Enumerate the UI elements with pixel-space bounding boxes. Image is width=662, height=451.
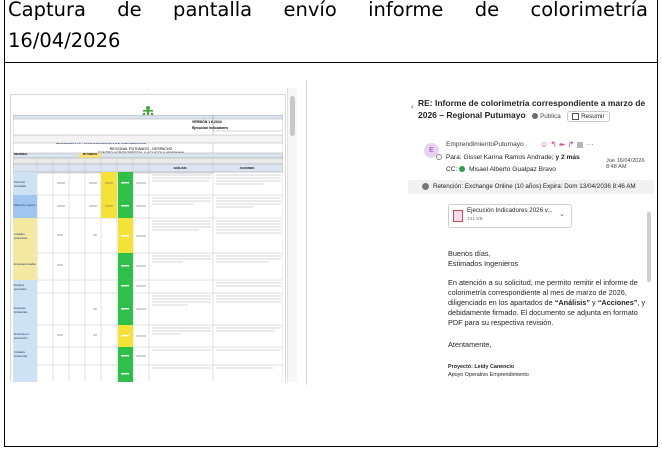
signature-line-1: Proyectó: Leidy Canencio <box>448 364 515 370</box>
table-divider <box>4 62 658 63</box>
email-body: En atención a su solicitud, me permito r… <box>448 278 648 328</box>
closing-line: Atentamente, <box>448 340 492 349</box>
attachment-size: 131 KB <box>467 217 483 222</box>
more-icon[interactable]: ⋯ <box>586 140 596 149</box>
row-label-5: Empleos generados <box>14 284 27 291</box>
email-subject: RE: Informe de colorimetría correspondie… <box>418 97 650 123</box>
retention-text: Retención: Exchange Online (10 años) Exp… <box>433 183 636 190</box>
retention-banner: Retención: Exchange Online (10 años) Exp… <box>408 180 654 194</box>
summarize-label: Resumir <box>581 113 605 120</box>
row-label-4: Empresas creadas <box>14 263 36 266</box>
region-value: PUTUMAYO <box>82 153 98 156</box>
summarize-button[interactable]: Resumir <box>567 111 610 122</box>
reply-icon[interactable]: ↰ <box>550 140 559 149</box>
email-scrollbar[interactable] <box>647 212 651 282</box>
attachment-card[interactable]: Ejecución Indicadores 2026 v... 131 KB ⌄ <box>448 204 572 228</box>
visibility-label: Pública <box>540 113 561 120</box>
email-pane: ‹ RE: Informe de colorimetría correspond… <box>408 82 654 385</box>
attachment-name: Ejecución Indicadores 2026 v... <box>467 207 553 214</box>
summary-icon <box>572 112 580 120</box>
forward-icon[interactable]: ↱ <box>568 140 577 149</box>
apps-icon[interactable]: ▦ <box>576 140 586 149</box>
document-scrollbar[interactable] <box>287 88 297 382</box>
analysis-header: ANÁLISIS <box>173 166 187 170</box>
body-bold-2: “Acciones” <box>597 298 638 307</box>
to-more-link[interactable]: y 2 más <box>555 154 579 161</box>
row-label-7: Empresas en aceleración <box>14 333 30 340</box>
row-label-8: Unidades fortalecidas <box>14 351 28 358</box>
cc-line: CC: Misael Alberto Gualpaz Bravo <box>446 166 556 173</box>
globe-icon <box>532 113 539 120</box>
document-preview[interactable]: ··· VERSIÓN 1 6-2024 Ejecución Indicador… <box>8 82 300 382</box>
to-label: Para: <box>445 154 462 161</box>
cc-recipient[interactable]: Misael Alberto Gualpaz Bravo <box>469 166 556 173</box>
chevron-down-icon[interactable]: ⌄ <box>559 210 565 218</box>
pdf-file-icon <box>453 210 463 222</box>
emoji-icon[interactable]: ☺ <box>540 140 550 149</box>
indicator-sheet <box>13 115 283 382</box>
body-bold-1: “Análisis” <box>554 298 590 307</box>
presence-icon <box>459 166 466 173</box>
clock-icon <box>422 182 429 190</box>
caption-line-1: Captura de pantalla envío informe de col… <box>8 0 648 21</box>
caption-line-2: 16/04/2026 <box>8 29 121 52</box>
body-text-2: y <box>589 298 598 307</box>
greeting-line-1: Buenos días, <box>448 249 491 258</box>
greeting-line-2: Estimados Ingenieros <box>448 259 519 268</box>
to-line: Para: Gissel Karina Ramos Andrade; y 2 m… <box>436 154 580 161</box>
message-actions: ☺↰↞↱▦⋯ <box>540 140 596 149</box>
sender-name[interactable]: EmprendimientoPutumayo <box>446 141 524 148</box>
row-label-1: Personas orientadas <box>14 181 27 188</box>
cc-label: CC: <box>446 166 458 173</box>
page-indicator: ··· <box>146 87 151 93</box>
reply-all-icon[interactable]: ↞ <box>559 140 568 149</box>
to-recipient[interactable]: Gissel Karina Ramos Andrade; <box>463 154 553 161</box>
regional-label: REGIONAL <box>14 153 28 156</box>
signature-line-2: Apoyo Operativo Emprendimiento <box>448 372 529 378</box>
row-label-6: Empresas fortalecidas <box>14 307 28 314</box>
pane-divider <box>306 80 307 385</box>
row-label-3: Unidades productivas <box>14 233 28 240</box>
document-page: VERSIÓN 1 6-2024 Ejecución Indicadores P… <box>10 94 286 382</box>
screenshot-area: ··· VERSIÓN 1 6-2024 Ejecución Indicador… <box>8 80 656 385</box>
row-label-2: Planes de negocio <box>14 204 36 207</box>
scrollbar-thumb[interactable] <box>290 96 295 136</box>
sent-date: Jue 16/04/2026 8:48 AM <box>606 158 645 170</box>
visibility-indicator[interactable]: Pública <box>528 113 561 120</box>
actions-header: ACCIONES <box>239 166 255 170</box>
collapse-chevron-icon[interactable]: ‹ <box>411 102 414 111</box>
recipient-status-icon <box>436 154 442 161</box>
